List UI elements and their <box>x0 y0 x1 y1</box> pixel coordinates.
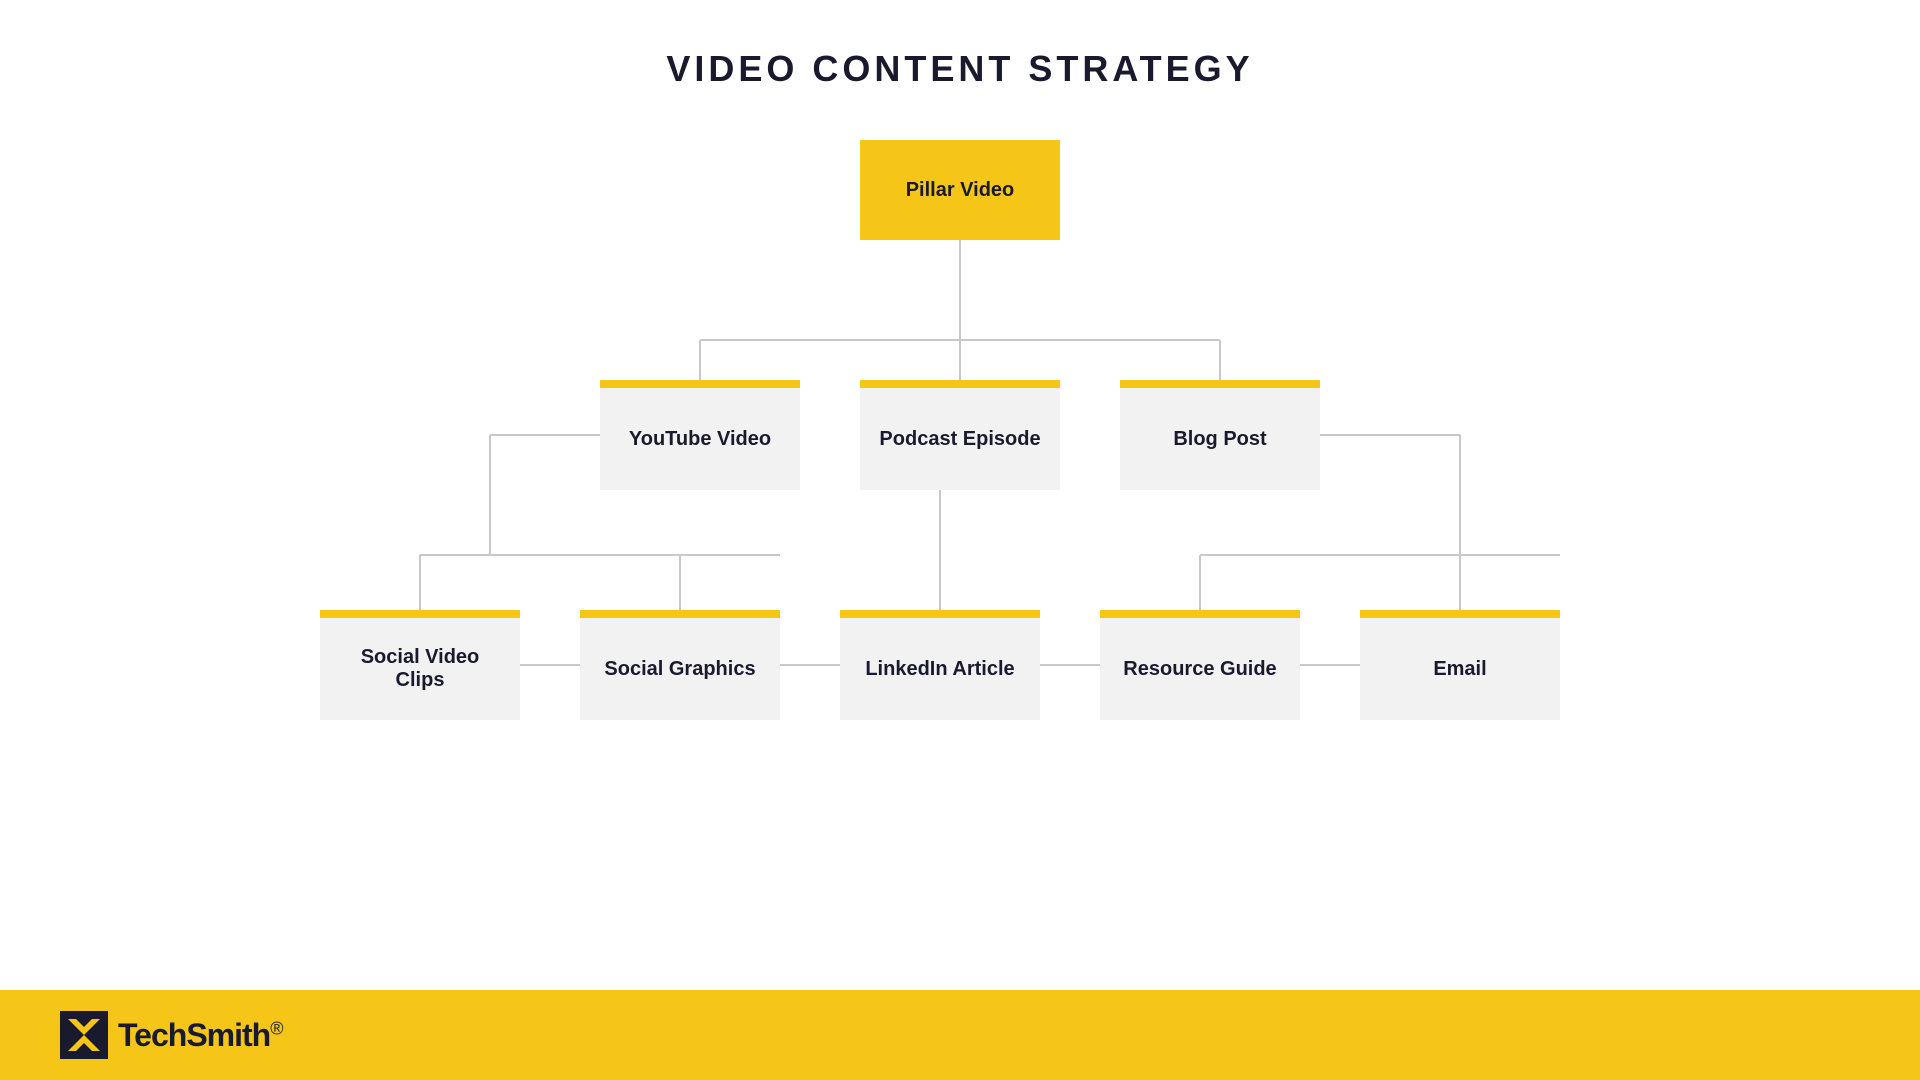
linkedin-article-label: LinkedIn Article <box>865 658 1014 681</box>
podcast-episode-node: Podcast Episode <box>860 380 1060 490</box>
social-video-clips-label: Social Video Clips <box>336 646 504 692</box>
youtube-video-label: YouTube Video <box>629 428 771 451</box>
pillar-video-node: Pillar Video <box>860 140 1060 240</box>
linkedin-article-node: LinkedIn Article <box>840 610 1040 720</box>
resource-guide-label: Resource Guide <box>1123 658 1276 681</box>
techsmith-brand-text: TechSmith® <box>118 1017 282 1054</box>
social-graphics-node: Social Graphics <box>580 610 780 720</box>
blog-post-label: Blog Post <box>1173 428 1266 451</box>
email-label: Email <box>1433 658 1486 681</box>
email-node: Email <box>1360 610 1560 720</box>
podcast-episode-label: Podcast Episode <box>879 428 1040 451</box>
blog-post-node: Blog Post <box>1120 380 1320 490</box>
social-graphics-label: Social Graphics <box>604 658 755 681</box>
social-video-clips-node: Social Video Clips <box>320 610 520 720</box>
techsmith-icon <box>60 1011 108 1059</box>
bottom-bar: TechSmith® <box>0 990 1920 1080</box>
resource-guide-node: Resource Guide <box>1100 610 1300 720</box>
pillar-video-label: Pillar Video <box>906 179 1015 202</box>
youtube-video-node: YouTube Video <box>600 380 800 490</box>
diagram-container: Pillar Video YouTube Video Podcast Episo… <box>0 120 1920 980</box>
tree: Pillar Video YouTube Video Podcast Episo… <box>260 120 1660 820</box>
registered-symbol: ® <box>270 1018 282 1038</box>
page-title: VIDEO CONTENT STRATEGY <box>0 0 1920 90</box>
techsmith-logo: TechSmith® <box>60 1011 282 1059</box>
